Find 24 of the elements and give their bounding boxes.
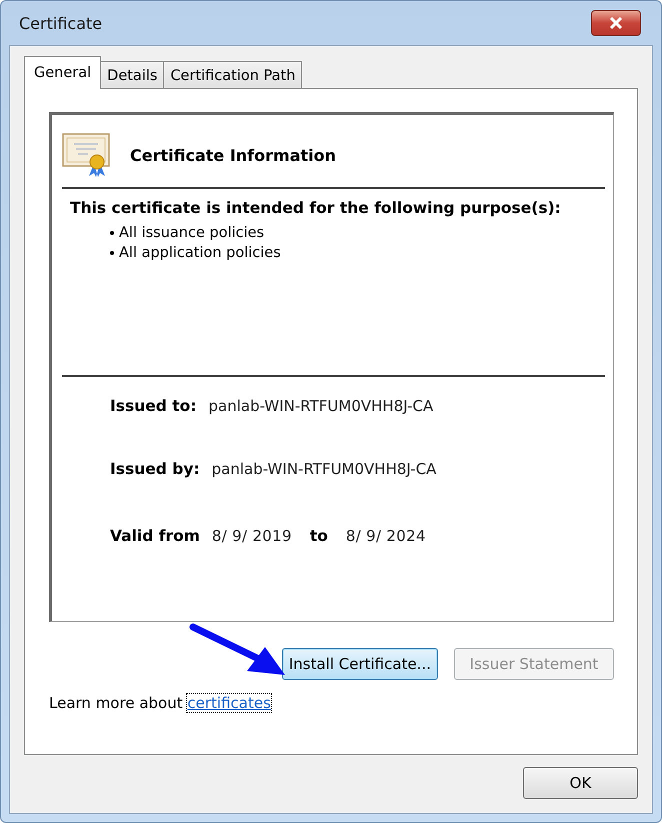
field-value: 8/ 9/ 2019 <box>212 526 292 544</box>
bullet-icon <box>110 231 114 235</box>
field-value: panlab-WIN-RTFUM0VHH8J-CA <box>208 397 434 415</box>
certificates-link[interactable]: certificates <box>187 694 271 712</box>
tab[interactable]: Certification Path <box>163 61 302 89</box>
dialog-button[interactable]: Install Certificate... <box>282 648 438 680</box>
field-value: 8/ 9/ 2024 <box>346 526 426 544</box>
field-label: Issued by: <box>110 460 200 478</box>
tab[interactable]: Details <box>100 61 164 89</box>
section-heading: Certificate Information <box>130 146 336 164</box>
close-icon <box>608 17 624 29</box>
purpose-heading: This certificate is intended for the following purpose(s): <box>70 199 562 217</box>
learn-more-text: Learn more about <box>49 694 183 712</box>
field-label: Issued to: <box>110 397 197 415</box>
purpose-item: All application policies <box>119 245 281 261</box>
window-title: Certificate <box>19 14 102 32</box>
field-label: Valid from <box>110 526 200 544</box>
ok-button[interactable]: OK <box>523 767 638 799</box>
bullet-icon <box>110 251 114 255</box>
field-label: to <box>310 526 328 544</box>
tab[interactable]: General <box>24 56 102 89</box>
close-button[interactable] <box>591 10 641 36</box>
field-value: panlab-WIN-RTFUM0VHH8J-CA <box>212 460 436 478</box>
purpose-item: All issuance policies <box>119 225 264 241</box>
